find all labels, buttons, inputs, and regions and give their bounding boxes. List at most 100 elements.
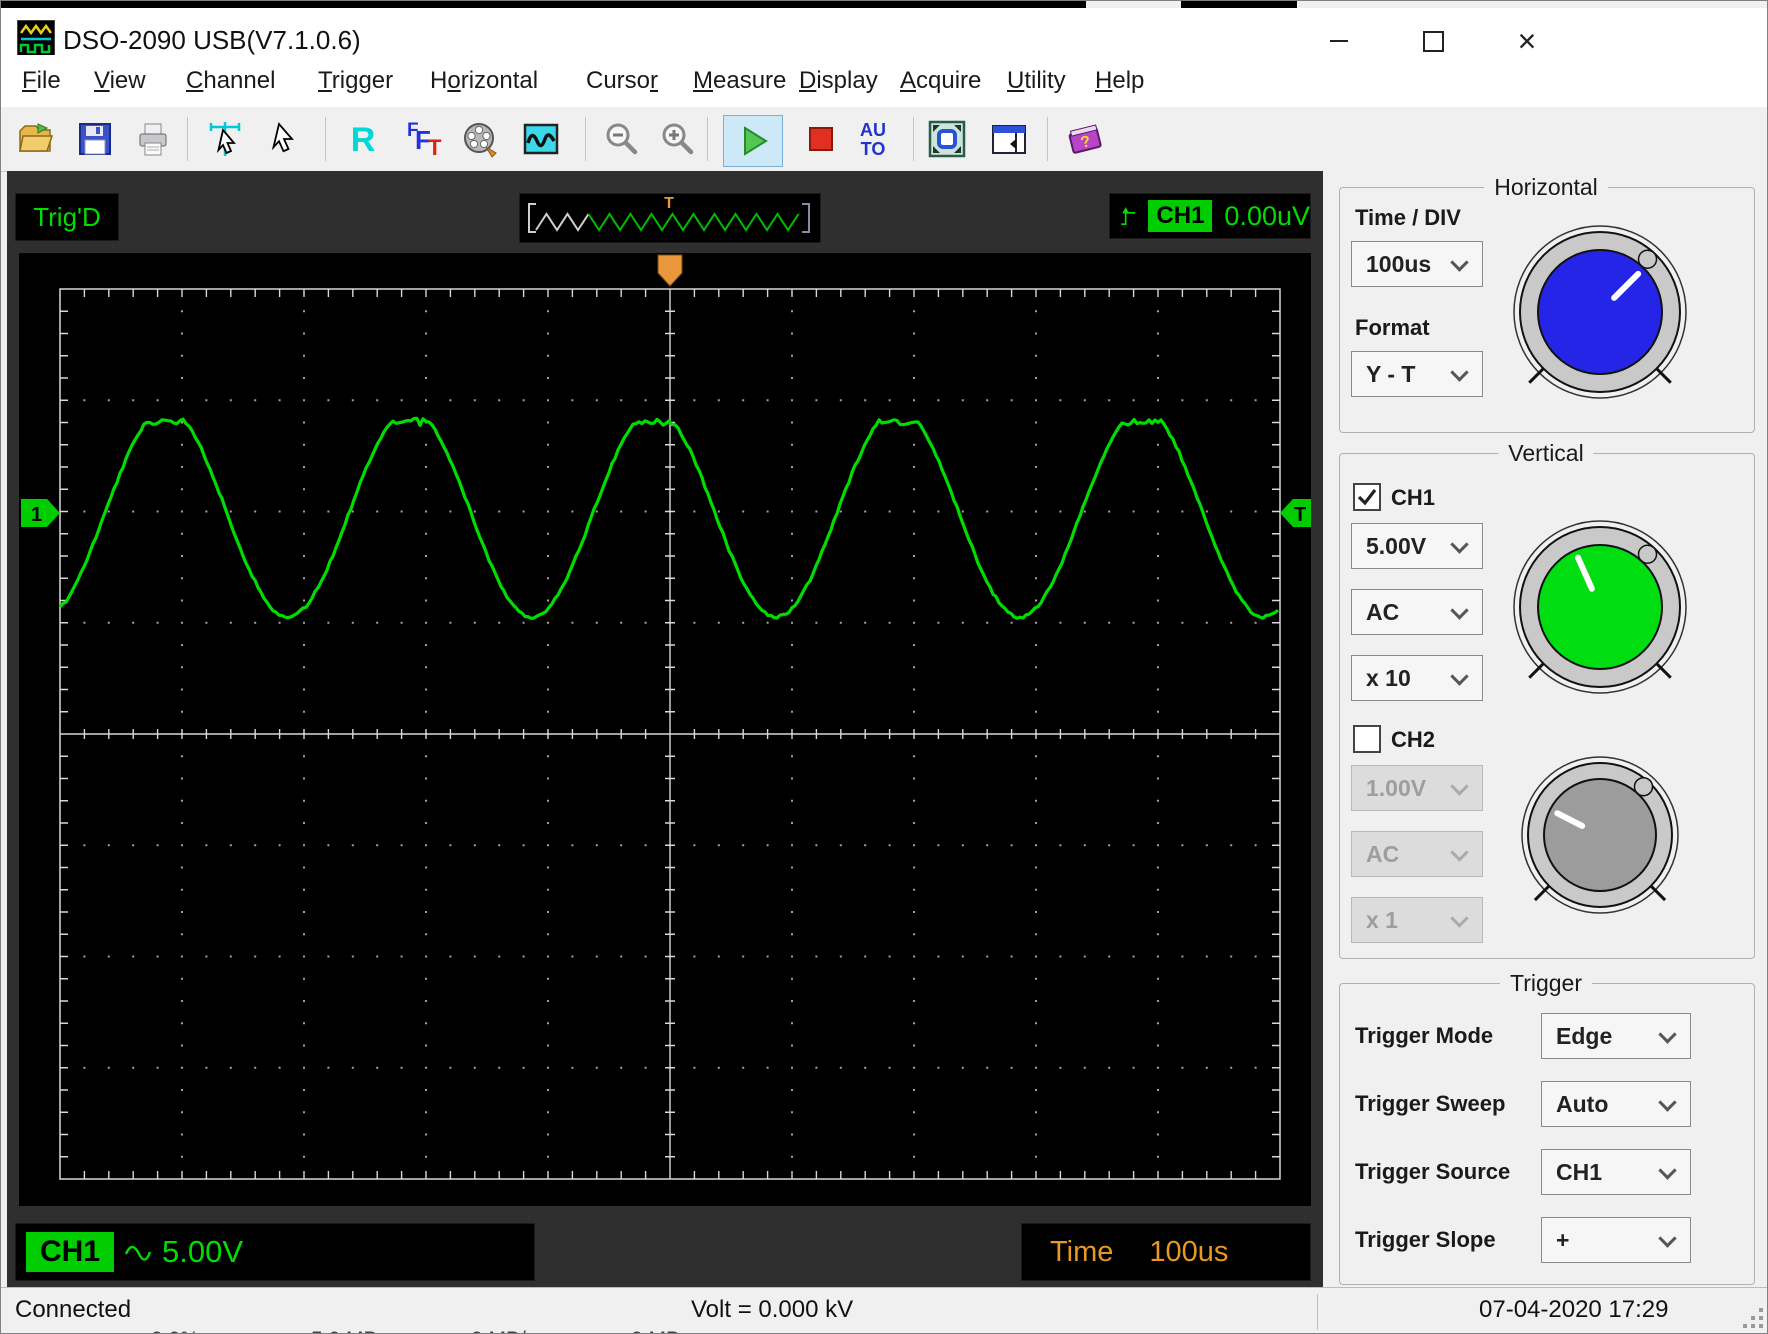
trigger-slope-select[interactable]: + <box>1541 1217 1691 1263</box>
arrow-cursor-icon <box>271 122 294 153</box>
menu-measure[interactable]: Measure <box>687 55 792 107</box>
auto-setup-button[interactable]: AU TO <box>851 117 895 161</box>
select-cursor-button[interactable] <box>263 117 307 161</box>
ch2-checkbox[interactable] <box>1353 725 1381 753</box>
window-layout-icon <box>992 125 1026 154</box>
printer-icon <box>139 123 167 156</box>
trigger-source-select[interactable]: CH1 <box>1541 1149 1691 1195</box>
menu-display[interactable]: Display <box>793 55 884 107</box>
time-label: Time <box>1050 1235 1114 1268</box>
sine-symbol-icon <box>124 1245 152 1261</box>
trigger-level-marker[interactable]: T <box>1280 499 1315 527</box>
ch2-label: CH2 <box>1391 727 1436 752</box>
horizontal-group-title: Horizontal <box>1484 174 1608 201</box>
waveform-image-button[interactable] <box>519 117 563 161</box>
trigger-slope-label: Trigger Slope <box>1355 1227 1496 1252</box>
status-bar: Connected Volt = 0.000 kV 07-04-2020 17:… <box>1 1287 1767 1333</box>
trigger-group-title: Trigger <box>1500 970 1592 997</box>
help-button[interactable]: ? <box>1063 117 1107 161</box>
play-icon <box>744 126 768 156</box>
r-glyph: R <box>351 121 376 159</box>
resize-grip[interactable] <box>1737 1302 1763 1328</box>
ch1-coupling-select[interactable]: AC <box>1351 589 1483 635</box>
trigger-sweep-select[interactable]: Auto <box>1541 1081 1691 1127</box>
toolbar-separator <box>325 117 326 161</box>
time-div-value: 100us <box>1366 250 1432 277</box>
fft-button[interactable]: F F T <box>399 117 443 161</box>
ch1-volts-value: 5.00V <box>1366 532 1427 559</box>
measure-cursor-button[interactable] <box>203 117 247 161</box>
time-div-select[interactable]: 100us <box>1351 241 1483 287</box>
print-button[interactable] <box>131 117 175 161</box>
save-floppy-icon <box>79 123 111 155</box>
svg-text:TO: TO <box>861 139 886 159</box>
volts-div-readout: 5.00V <box>162 1234 244 1269</box>
fullscreen-button[interactable] <box>925 117 969 161</box>
menu-file[interactable]: File <box>16 55 67 107</box>
ch1-coupling-value: AC <box>1366 598 1400 625</box>
trigger-time-marker[interactable] <box>657 254 683 287</box>
statusbar-divider <box>1317 1294 1318 1330</box>
minimize-button[interactable] <box>1309 26 1369 56</box>
ch1-label: CH1 <box>1391 485 1436 510</box>
transfer-status-clipped: 0.0%5.0 MB0 MB/s0 MB <box>121 1328 821 1333</box>
close-button[interactable]: × <box>1497 23 1557 59</box>
ch1-checkbox[interactable] <box>1353 483 1381 511</box>
scope-screen: 1T <box>19 253 1315 1206</box>
zoom-out-icon <box>606 123 638 155</box>
trigger-mode-value: Edge <box>1556 1022 1613 1049</box>
ch2-position-knob <box>1521 756 1679 914</box>
refresh-button[interactable]: R <box>341 117 385 161</box>
format-label: Format <box>1355 315 1430 340</box>
ch1-position-marker[interactable]: 1 <box>21 499 60 527</box>
trigger-mode-label: Trigger Mode <box>1355 1023 1494 1048</box>
maximize-icon <box>1422 30 1444 52</box>
format-value: Y - T <box>1366 360 1416 387</box>
toolbar-separator <box>585 117 586 161</box>
volt-readout: Volt = 0.000 kV <box>691 1296 854 1323</box>
save-button[interactable] <box>73 117 117 161</box>
fullscreen-icon <box>928 120 966 158</box>
film-reel-icon <box>464 123 497 158</box>
title-bar: DSO-2090 USB(V7.1.0.6) × <box>1 8 1767 59</box>
close-icon: × <box>1517 23 1537 59</box>
window-layout-button[interactable] <box>987 117 1031 161</box>
stop-acquisition-button[interactable] <box>799 117 843 161</box>
acquisition-preview[interactable]: T <box>519 193 821 243</box>
start-acquisition-button[interactable] <box>723 115 783 167</box>
menu-help[interactable]: Help <box>1089 55 1150 107</box>
toolbar-separator <box>913 117 914 161</box>
menu-horizontal[interactable]: Horizontal <box>424 55 544 107</box>
vertical-group-title: Vertical <box>1498 440 1594 467</box>
ch1-position-knob[interactable] <box>1495 501 1705 716</box>
zoom-in-button[interactable] <box>655 117 699 161</box>
menu-view[interactable]: View <box>88 55 152 107</box>
open-file-button[interactable] <box>14 117 58 161</box>
trigger-source-badge: CH1 <box>1148 200 1213 232</box>
waveform-image-icon <box>523 123 559 155</box>
trigger-slope-value: + <box>1556 1226 1570 1253</box>
svg-text:1: 1 <box>31 504 42 526</box>
channel-badge[interactable]: CH1 <box>26 1232 115 1272</box>
app-window: DSO-2090 USB(V7.1.0.6) × File View Channel… <box>0 0 1768 1334</box>
ch2-probe-value: x 1 <box>1366 906 1398 933</box>
menu-cursor[interactable]: Cursor <box>580 55 664 107</box>
menu-utility[interactable]: Utility <box>1001 55 1072 107</box>
format-select[interactable]: Y - T <box>1351 351 1483 397</box>
record-button[interactable] <box>458 117 502 161</box>
open-folder-icon <box>19 123 54 152</box>
trigger-mode-select[interactable]: Edge <box>1541 1013 1691 1059</box>
menu-channel[interactable]: Channel <box>180 55 281 107</box>
menu-acquire[interactable]: Acquire <box>894 55 987 107</box>
horizontal-knob[interactable] <box>1495 206 1705 421</box>
toolbar-separator <box>187 117 188 161</box>
maximize-button[interactable] <box>1403 26 1463 56</box>
zoom-out-button[interactable] <box>599 117 643 161</box>
ch1-probe-select[interactable]: x 10 <box>1351 655 1483 701</box>
toolbar-separator <box>1047 117 1048 161</box>
trigger-source-value: CH1 <box>1556 1158 1603 1185</box>
menu-trigger[interactable]: Trigger <box>312 55 399 107</box>
time-div-label: Time / DIV <box>1355 205 1461 230</box>
ch2-coupling-select: AC <box>1351 831 1483 877</box>
ch1-volts-select[interactable]: 5.00V <box>1351 523 1483 569</box>
